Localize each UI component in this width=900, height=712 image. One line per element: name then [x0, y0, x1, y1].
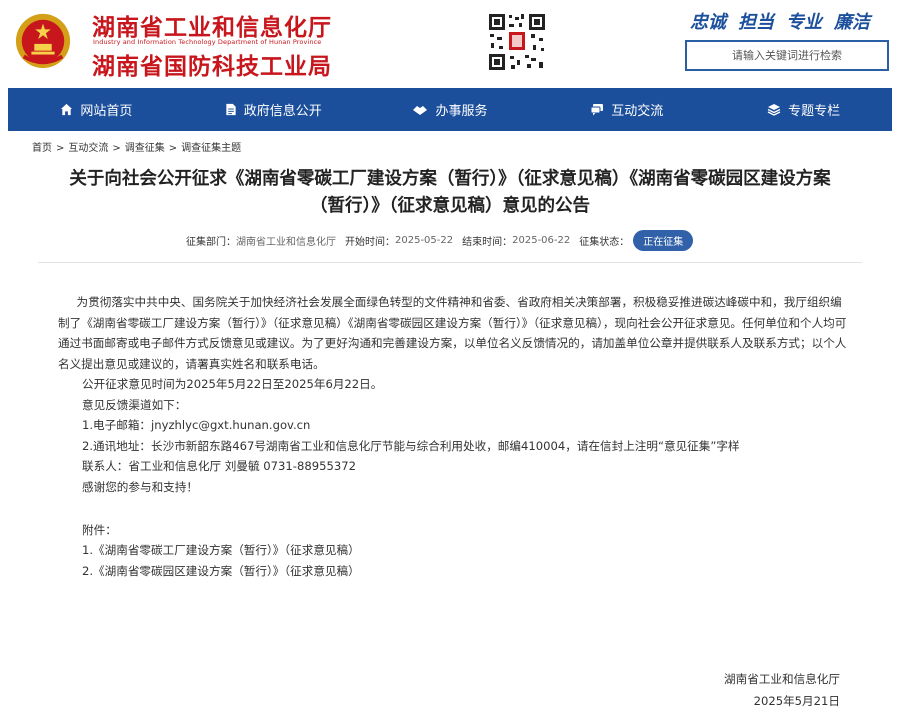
dept-value: 湖南省工业和信息化厅 — [236, 236, 336, 248]
document-icon — [226, 103, 236, 116]
nav-label: 网站首页 — [80, 104, 133, 119]
paragraph-intro: 为贯彻落实中共中央、国务院关于加快经济社会发展全面绿色转型的文件精神和省委、省政… — [58, 295, 847, 371]
thanks-line: 感谢您的参与和支持！ — [82, 479, 198, 494]
breadcrumb-separator: > — [168, 143, 178, 154]
breadcrumb-separator: > — [56, 143, 65, 154]
nav-item-gov-info[interactable]: 政府信息公开 — [185, 100, 362, 119]
breadcrumb: 首页 > 互动交流 > 调查征集 > 调查征集主题 — [32, 139, 241, 154]
dept-label: 征集部门： — [186, 236, 236, 248]
qr-code-icon — [487, 12, 547, 72]
slogan-1: 忠诚 — [690, 12, 726, 33]
nav-item-home[interactable]: 网站首页 — [8, 100, 185, 119]
end-label: 结束时间： — [462, 236, 513, 248]
address-line: 2.通讯地址：长沙市新韶东路467号湖南省工业和信息化厅节能与综合利用处收，邮编… — [82, 438, 740, 453]
start-label: 开始时间： — [345, 236, 395, 248]
dept-name-english: Industry and Information Technology Depa… — [93, 38, 322, 46]
main-nav: 网站首页 政府信息公开 办事服务 互动交流 专题专栏 — [8, 88, 892, 131]
breadcrumb-home[interactable]: 首页 — [32, 143, 52, 154]
dept-name-primary: 湖南省工业和信息化厅 — [92, 15, 332, 41]
article-body: 为贯彻落实中共中央、国务院关于加快经济社会发展全面绿色转型的文件精神和省委、省政… — [58, 292, 848, 582]
contact-line: 联系人：省工业和信息化厅 刘曼毓 0731-88955372 — [82, 459, 356, 473]
nav-label: 专题专栏 — [788, 104, 841, 119]
page-title: 关于向社会公开征求《湖南省零碳工厂建设方案（暂行）》（征求意见稿）《湖南省零碳园… — [40, 166, 860, 220]
dept-name-secondary: 湖南省国防科技工业局 — [92, 54, 332, 80]
chat-icon — [590, 104, 604, 116]
signature-date: 2025年5月21日 — [753, 694, 840, 708]
service-icon — [413, 105, 428, 115]
status-label: 征集状态： — [579, 236, 630, 248]
search-input[interactable]: 请输入关键词进行检索 — [685, 40, 889, 71]
nav-label: 互动交流 — [611, 104, 664, 119]
attachment-link-2[interactable]: 2.《湖南省零碳园区建设方案（暂行）》（征求意见稿） — [82, 561, 848, 582]
divider — [38, 262, 862, 263]
title-line-2: （暂行）》（征求意见稿）意见的公告 — [310, 196, 590, 216]
article-meta: 征集部门： 湖南省工业和信息化厅 开始时间： 2025-05-22 结束时间： … — [186, 229, 694, 251]
end-value: 2025-06-22 — [512, 234, 571, 246]
breadcrumb-current[interactable]: 调查征集主题 — [181, 143, 241, 154]
slogan-3: 专业 — [786, 12, 822, 33]
breadcrumb-separator: > — [112, 143, 121, 154]
paragraph-channels: 意见反馈渠道如下： — [82, 397, 187, 412]
layers-icon — [767, 104, 781, 116]
signature-org: 湖南省工业和信息化厅 — [724, 672, 840, 686]
slogan: 忠诚 担当 专业 廉洁 — [690, 8, 882, 34]
status-badge: 正在征集 — [633, 229, 694, 251]
slogan-2: 担当 — [738, 12, 774, 33]
breadcrumb-survey[interactable]: 调查征集 — [125, 143, 165, 154]
breadcrumb-interaction[interactable]: 互动交流 — [68, 143, 108, 154]
national-emblem-icon — [15, 13, 71, 69]
nav-item-interaction[interactable]: 互动交流 — [538, 100, 715, 119]
start-value: 2025-05-22 — [395, 234, 454, 246]
slogan-4: 廉洁 — [834, 12, 870, 33]
nav-item-topics[interactable]: 专题专栏 — [715, 100, 892, 119]
nav-item-services[interactable]: 办事服务 — [362, 100, 539, 119]
nav-label: 办事服务 — [435, 104, 488, 119]
home-icon — [61, 103, 73, 116]
nav-label: 政府信息公开 — [243, 104, 322, 119]
paragraph-period: 公开征求意见时间为2025年5月22日至2025年6月22日。 — [82, 377, 383, 391]
attachment-link-1[interactable]: 1.《湖南省零碳工厂建设方案（暂行）》（征求意见稿） — [82, 540, 848, 561]
email-line: 1.电子邮箱：jnyzhlyc@gxt.hunan.gov.cn — [82, 418, 311, 432]
attachments-label: 附件： — [82, 522, 117, 537]
site-header: 湖南省工业和信息化厅 Industry and Information Tech… — [0, 0, 900, 88]
signature: 湖南省工业和信息化厅 2025年5月21日 — [724, 668, 840, 712]
title-line-1: 关于向社会公开征求《湖南省零碳工厂建设方案（暂行）》（征求意见稿）《湖南省零碳园… — [69, 169, 831, 189]
